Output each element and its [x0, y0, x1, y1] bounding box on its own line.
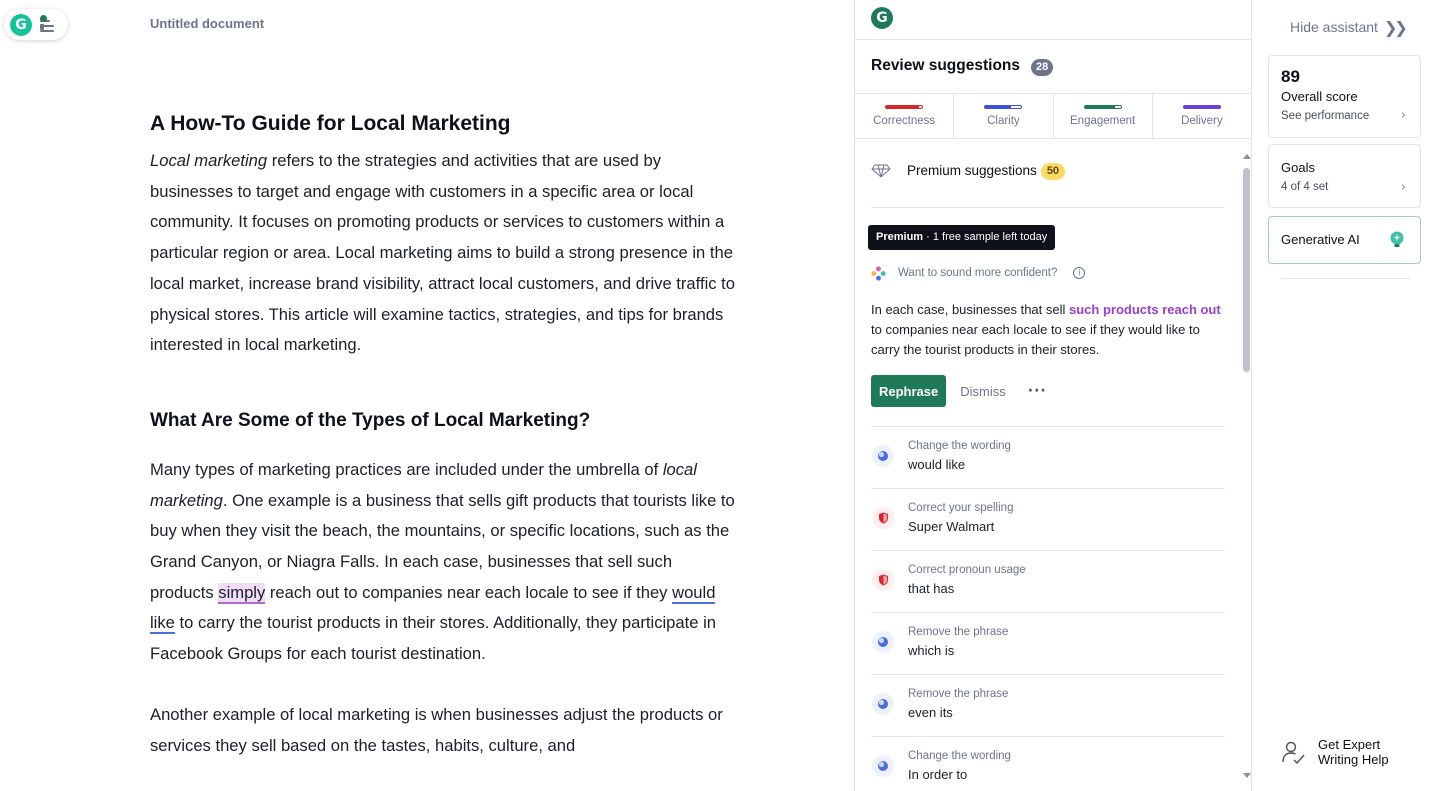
suggestion-value: which is	[908, 643, 955, 658]
goals-sub: 4 of 4 set	[1281, 181, 1329, 193]
goals-label: Goals	[1281, 160, 1315, 175]
right-rail: Hide assistant ❯❯ 89 Overall score See p…	[1252, 0, 1431, 791]
suggestion-cards: Change the wording would like Correct your…	[871, 426, 1225, 791]
editor: G Untitled document A How-To Guide for L…	[0, 0, 854, 791]
paragraph-3: Another example of local marketing is wh…	[150, 704, 723, 755]
suggestion-value: Super Walmart	[908, 519, 995, 534]
lightbulb-icon	[1390, 231, 1404, 247]
paragraph-1: Local marketing refers to the strategies…	[150, 151, 736, 355]
clarity-icon	[872, 693, 894, 715]
see-performance-link[interactable]: See performance	[1281, 110, 1369, 122]
panel-header: G	[855, 0, 1251, 40]
expert-person-icon	[1282, 741, 1305, 765]
suggestions-list[interactable]: Premium suggestions 50 Premium · 1 free …	[855, 140, 1251, 791]
list-item[interactable]: Correct your spelling Super Walmart	[871, 488, 1225, 550]
correctness-shield-icon	[872, 569, 894, 591]
overall-score-value: 89	[1281, 67, 1300, 86]
scroll-thumb[interactable]	[1243, 168, 1250, 372]
generative-ai-label: Generative AI	[1281, 232, 1360, 247]
double-chevron-right-icon: ❯❯	[1383, 17, 1408, 37]
paragraph-2: Many types of marketing practices are in…	[150, 459, 735, 664]
suggestion-value: that has	[908, 581, 955, 596]
suggestion-category: Remove the phrase	[908, 688, 1009, 700]
clarity-icon	[872, 631, 894, 653]
category-progress-bar	[1182, 105, 1221, 109]
suggestion-value: In order to	[908, 767, 968, 782]
suggestion-category: Correct pronoun usage	[908, 564, 1026, 576]
review-title: Review suggestions	[871, 57, 1021, 74]
expert-help-label: Get Expert Writing Help	[1318, 737, 1389, 767]
category-label: Correctness	[873, 115, 936, 127]
premium-count-badge: 50	[1040, 163, 1066, 180]
document-body[interactable]: A How-To Guide for Local Marketing Local…	[150, 108, 740, 761]
category-label: Delivery	[1181, 115, 1223, 127]
category-tab-delivery[interactable]: Delivery	[1153, 94, 1251, 138]
suggestion-value: even its	[908, 705, 953, 720]
diamond-icon	[871, 164, 891, 178]
generative-ai-card[interactable]: Generative AI	[1268, 216, 1421, 264]
dismiss-button[interactable]: Dismiss	[960, 384, 1006, 399]
list-item[interactable]: Remove the phrase even its	[871, 674, 1225, 736]
category-progress-bar	[1083, 105, 1122, 109]
review-count-badge: 28	[1031, 59, 1054, 76]
premium-label: Premium suggestions	[907, 163, 1037, 178]
heading-2: What Are Some of the Types of Local Mark…	[150, 409, 591, 431]
more-options-icon[interactable]: ···	[1028, 383, 1047, 399]
italic-term: Local marketing	[150, 151, 268, 170]
scroll-up-icon[interactable]	[1243, 154, 1251, 159]
chevron-right-icon: ›	[1400, 108, 1406, 123]
category-tabs: Correctness Clarity Engagement Delivery	[855, 94, 1251, 139]
list-item[interactable]: Correct pronoun usage that has	[871, 550, 1225, 612]
menu-icon[interactable]	[40, 14, 60, 32]
clarity-icon	[872, 445, 894, 467]
suggestion-highlight: such products reach out	[1069, 302, 1221, 317]
grammarly-widget[interactable]: G	[4, 9, 68, 40]
category-tab-clarity[interactable]: Clarity	[954, 94, 1054, 138]
review-header: Review suggestions 28	[855, 40, 1251, 94]
suggestion-category: Change the wording	[908, 750, 1011, 762]
category-tab-engagement[interactable]: Engagement	[1054, 94, 1153, 138]
suggestion-category: Remove the phrase	[908, 626, 1009, 638]
assistant-panel: G Review suggestions 28 Correctness Clari…	[854, 0, 1252, 791]
list-item[interactable]: Change the wording In order to	[871, 736, 1225, 791]
premium-tooltip: Premium · 1 free sample left today	[868, 225, 1056, 250]
document-title[interactable]: Untitled document	[150, 16, 264, 31]
suggestion-category: Change the wording	[908, 440, 1011, 452]
scrollbar[interactable]	[1243, 154, 1251, 784]
overall-score-card[interactable]: 89 Overall score See performance ›	[1268, 55, 1421, 138]
tone-flower-icon	[871, 265, 886, 281]
overall-score-label: Overall score	[1281, 89, 1358, 104]
grammarly-logo-icon: G	[10, 13, 32, 36]
heading-1: A How-To Guide for Local Marketing	[150, 112, 511, 135]
hide-assistant-button[interactable]: Hide assistant ❯❯	[1290, 16, 1408, 38]
category-progress-bar	[984, 105, 1023, 109]
info-icon[interactable]: i	[1073, 267, 1086, 279]
rephrase-button[interactable]: Rephrase	[871, 375, 947, 407]
goals-card[interactable]: Goals 4 of 4 set ›	[1268, 144, 1421, 208]
expert-help-button[interactable]: Get Expert Writing Help	[1280, 737, 1418, 767]
flagged-word-simply[interactable]: simply	[218, 582, 266, 604]
grammarly-logo-icon: G	[871, 7, 893, 29]
confident-row: Want to sound more confident? i	[871, 264, 1111, 282]
category-progress-bar	[885, 105, 924, 109]
category-label: Clarity	[987, 115, 1020, 127]
list-item[interactable]: Remove the phrase which is	[871, 612, 1225, 674]
scroll-down-icon[interactable]	[1243, 773, 1251, 778]
category-label: Engagement	[1070, 115, 1136, 127]
suggestion-value: would like	[908, 457, 966, 472]
rail-divider	[1282, 278, 1410, 279]
clarity-icon	[872, 755, 894, 777]
category-tab-correctness[interactable]: Correctness	[855, 94, 955, 138]
premium-suggestions-row[interactable]: Premium suggestions 50	[871, 162, 1225, 208]
suggestion-sample: In each case, businesses that sell such …	[871, 302, 1221, 357]
list-item[interactable]: Change the wording would like	[871, 426, 1225, 488]
chevron-right-icon: ›	[1400, 180, 1406, 195]
suggestion-category: Correct your spelling	[908, 502, 1014, 514]
correctness-shield-icon	[872, 507, 894, 529]
suggestion-actions: Rephrase Dismiss ···	[871, 375, 1047, 407]
confident-label: Want to sound more confident?	[898, 267, 1058, 279]
